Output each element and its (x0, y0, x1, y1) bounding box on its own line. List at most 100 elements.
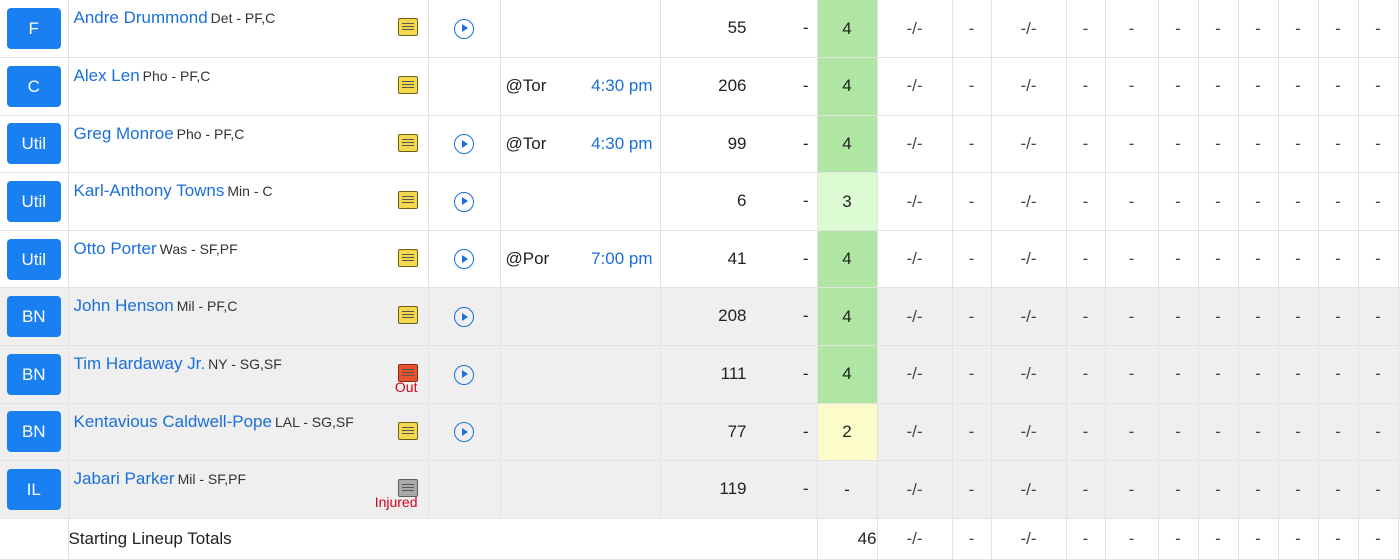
position-button[interactable]: IL (6, 469, 61, 511)
player-team-position: Mil - SF,PF (177, 471, 247, 488)
play-video-icon[interactable] (454, 18, 474, 39)
stat-cell: - (1278, 57, 1319, 116)
totals-stat-cell: - (1278, 518, 1319, 560)
stat-cell: - (1278, 115, 1319, 174)
play-video-icon[interactable] (454, 422, 474, 443)
player-note-icon[interactable] (397, 76, 418, 95)
stat-cell: - (1105, 230, 1159, 289)
stat-cell: - (1198, 115, 1239, 174)
totals-stat-cell: - (1358, 518, 1399, 560)
player-note-icon[interactable] (397, 133, 418, 152)
totals-stat-cell: - (1318, 518, 1359, 560)
totals-stat-cell: - (1238, 518, 1279, 560)
stat-cell: - (1158, 287, 1199, 347)
rank-change: - (802, 248, 809, 268)
stat-cell: - (952, 57, 992, 116)
play-video-icon[interactable] (454, 249, 474, 270)
player-name-link[interactable]: Andre Drummond (74, 8, 208, 27)
position-cell: BN (0, 403, 69, 462)
rank-cell: 99 - (660, 115, 818, 174)
stat-cell: - (1278, 0, 1319, 59)
stat-cell: -/- (991, 115, 1067, 174)
stat-cell: - (1238, 115, 1279, 174)
player-note-icon[interactable] (397, 191, 418, 210)
opponent-cell (500, 345, 661, 404)
stat-cell: - (1318, 460, 1359, 519)
player-cell: Tim Hardaway Jr. NY - SG,SF Out (68, 345, 429, 404)
play-video-icon[interactable] (454, 134, 474, 155)
rank-change: - (802, 364, 809, 384)
stat-cell: - (1198, 0, 1239, 59)
position-button[interactable]: Util (6, 181, 61, 223)
totals-stat-cell: - (1158, 518, 1199, 560)
stat-cell: - (1278, 172, 1319, 231)
player-team-position: Pho - PF,C (142, 68, 211, 85)
stat-cell: - (1105, 57, 1159, 116)
stat-cell: - (1158, 403, 1199, 462)
stat-cell: - (1198, 57, 1239, 116)
position-button[interactable]: BN (6, 411, 61, 453)
position-button[interactable]: Util (6, 123, 61, 165)
stat-cell: - (952, 230, 992, 289)
stat-cell: - (1238, 460, 1279, 519)
position-cell: Util (0, 172, 69, 231)
games-played-cell: 4 (817, 115, 878, 174)
position-button[interactable]: BN (6, 296, 61, 338)
player-name-link[interactable]: Greg Monroe (74, 124, 174, 143)
player-row: BN Kentavious Caldwell-Pope LAL - SG,SF 77-… (0, 403, 1400, 462)
play-video-icon[interactable] (454, 191, 474, 212)
opponent-cell: @Tor 4:30 pm (500, 57, 661, 116)
game-time-link[interactable]: 7:00 pm (591, 249, 652, 269)
totals-games-played: 46 (817, 518, 878, 560)
player-name-link[interactable]: Alex Len (74, 66, 140, 85)
player-name-link[interactable]: John Henson (74, 296, 174, 315)
stat-cell: - (952, 172, 992, 231)
stat-cell: -/- (991, 172, 1067, 231)
stat-cell: - (1358, 345, 1399, 404)
position-button[interactable]: F (6, 8, 61, 50)
player-name-link[interactable]: Karl-Anthony Towns (74, 181, 225, 200)
stat-cell: - (1318, 403, 1359, 462)
player-note-icon[interactable] (397, 18, 418, 36)
opponent-cell: @Por 7:00 pm (500, 230, 661, 289)
player-name-link[interactable]: Jabari Parker (74, 469, 175, 488)
stat-cell: - (1358, 287, 1399, 347)
player-note-icon[interactable] (397, 306, 418, 325)
video-cell (428, 0, 501, 59)
games-played-cell: 2 (817, 403, 878, 462)
player-rank: 6 (737, 191, 747, 211)
player-note-icon[interactable] (397, 421, 418, 440)
opponent-cell (500, 460, 661, 519)
player-team-position: Pho - PF,C (176, 125, 245, 142)
position-button[interactable]: Util (6, 238, 61, 280)
stat-cell: - (1278, 287, 1319, 347)
player-team-position: Was - SF,PF (159, 240, 238, 257)
stat-cell: -/- (877, 0, 953, 59)
stat-cell: - (1238, 57, 1279, 116)
player-name-link[interactable]: Otto Porter (74, 239, 157, 258)
player-note-icon[interactable] (397, 248, 418, 267)
play-video-icon[interactable] (454, 364, 474, 385)
rank-cell: 55 - (660, 0, 818, 59)
position-button[interactable]: C (6, 65, 61, 107)
game-time-link[interactable]: 4:30 pm (591, 134, 652, 154)
position-cell: Util (0, 230, 69, 289)
player-rank: 77 (727, 421, 747, 441)
stat-cell: - (1198, 287, 1239, 347)
player-cell: Karl-Anthony Towns Min - C (68, 172, 429, 231)
totals-stat-cell: -/- (877, 518, 953, 560)
position-cell: Util (0, 115, 69, 174)
stat-cell: -/- (877, 115, 953, 174)
position-button[interactable]: BN (6, 353, 61, 395)
player-status-label: Injured (374, 493, 418, 510)
totals-spacer (0, 518, 69, 560)
position-cell: C (0, 57, 69, 116)
play-video-icon[interactable] (454, 307, 474, 328)
player-name-link[interactable]: Kentavious Caldwell-Pope (74, 412, 272, 431)
stat-cell: - (952, 460, 992, 519)
totals-stat-cell: - (1066, 518, 1106, 560)
game-time-link[interactable]: 4:30 pm (591, 76, 652, 96)
stat-cell: -/- (877, 287, 953, 347)
stat-cell: -/- (877, 460, 953, 519)
player-name-link[interactable]: Tim Hardaway Jr. (74, 354, 206, 373)
